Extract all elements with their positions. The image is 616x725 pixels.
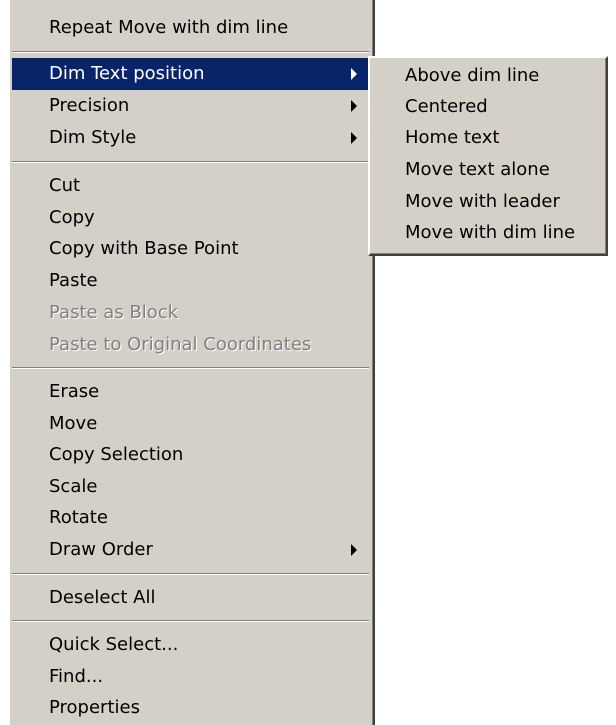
menu-item-label: Paste — [49, 270, 98, 291]
menu-item-deselect-all[interactable]: Deselect All — [12, 582, 371, 614]
menu-item-draw-order[interactable]: Draw Order — [12, 534, 371, 566]
menu-item-precision[interactable]: Precision — [12, 90, 371, 122]
dim-text-position-submenu: Above dim line Centered Home text Move t… — [368, 56, 608, 256]
menu-item-label: Cut — [49, 175, 81, 196]
menu-item-cut[interactable]: Cut — [12, 170, 371, 202]
menu-item-erase[interactable]: Erase — [12, 376, 371, 408]
menu-item-label: Dim Text position — [49, 63, 205, 84]
menu-item-copy-with-base-point[interactable]: Copy with Base Point — [12, 233, 371, 265]
menu-item-label: Copy with Base Point — [49, 238, 239, 259]
menu-item-paste-to-original-coordinates: Paste to Original Coordinates — [12, 329, 371, 361]
menu-item-label: Scale — [49, 476, 98, 497]
submenu-item-label: Move with leader — [405, 191, 560, 212]
submenu-arrow-icon — [351, 132, 357, 144]
menu-separator — [12, 573, 369, 575]
menu-item-label: Quick Select... — [49, 634, 179, 655]
submenu-arrow-icon — [351, 100, 357, 112]
submenu-item-move-with-dim-line[interactable]: Move with dim line — [372, 217, 604, 248]
menu-item-paste[interactable]: Paste — [12, 265, 371, 297]
menu-item-rotate[interactable]: Rotate — [12, 502, 371, 534]
menu-separator — [12, 161, 369, 163]
menu-item-label: Find... — [49, 666, 104, 687]
submenu-item-label: Home text — [405, 127, 500, 148]
menu-item-label: Rotate — [49, 507, 108, 528]
menu-item-dim-style[interactable]: Dim Style — [12, 122, 371, 154]
menu-item-dim-text-position[interactable]: Dim Text position — [12, 58, 371, 90]
submenu-item-home-text[interactable]: Home text — [372, 122, 604, 153]
menu-item-label: Erase — [49, 381, 100, 402]
submenu-item-move-with-leader[interactable]: Move with leader — [372, 186, 604, 217]
menu-item-label: Paste as Block — [49, 302, 179, 323]
menu-item-find[interactable]: Find... — [12, 661, 371, 693]
menu-item-repeat-move[interactable]: Repeat Move with dim line — [12, 12, 371, 44]
submenu-item-label: Above dim line — [405, 65, 540, 86]
menu-item-label: Precision — [49, 95, 130, 116]
menu-separator — [12, 620, 369, 622]
menu-item-scale[interactable]: Scale — [12, 471, 371, 503]
menu-item-paste-as-block: Paste as Block — [12, 297, 371, 329]
submenu-item-label: Centered — [405, 96, 488, 117]
menu-item-label: Move — [49, 413, 98, 434]
submenu-item-centered[interactable]: Centered — [372, 91, 604, 122]
menu-item-label: Copy — [49, 207, 95, 228]
submenu-arrow-icon — [351, 544, 357, 556]
menu-item-label: Paste to Original Coordinates — [49, 334, 312, 355]
menu-item-copy-selection[interactable]: Copy Selection — [12, 439, 371, 471]
menu-item-properties[interactable]: Properties — [12, 692, 371, 724]
submenu-arrow-icon — [351, 68, 357, 80]
menu-item-label: Repeat Move with dim line — [49, 17, 289, 38]
menu-item-quick-select[interactable]: Quick Select... — [12, 629, 371, 661]
menu-item-label: Properties — [49, 697, 140, 718]
submenu-item-move-text-alone[interactable]: Move text alone — [372, 154, 604, 185]
menu-item-label: Deselect All — [49, 587, 156, 608]
menu-separator — [12, 367, 369, 369]
menu-item-label: Draw Order — [49, 539, 153, 560]
submenu-item-label: Move text alone — [405, 159, 550, 180]
context-menu: Repeat Move with dim line Dim Text posit… — [8, 0, 375, 725]
menu-item-label: Dim Style — [49, 127, 137, 148]
menu-item-move[interactable]: Move — [12, 408, 371, 440]
menu-item-label: Copy Selection — [49, 444, 184, 465]
submenu-item-label: Move with dim line — [405, 222, 576, 243]
menu-separator — [12, 51, 369, 53]
submenu-item-above-dim-line[interactable]: Above dim line — [372, 60, 604, 91]
menu-item-copy[interactable]: Copy — [12, 202, 371, 234]
